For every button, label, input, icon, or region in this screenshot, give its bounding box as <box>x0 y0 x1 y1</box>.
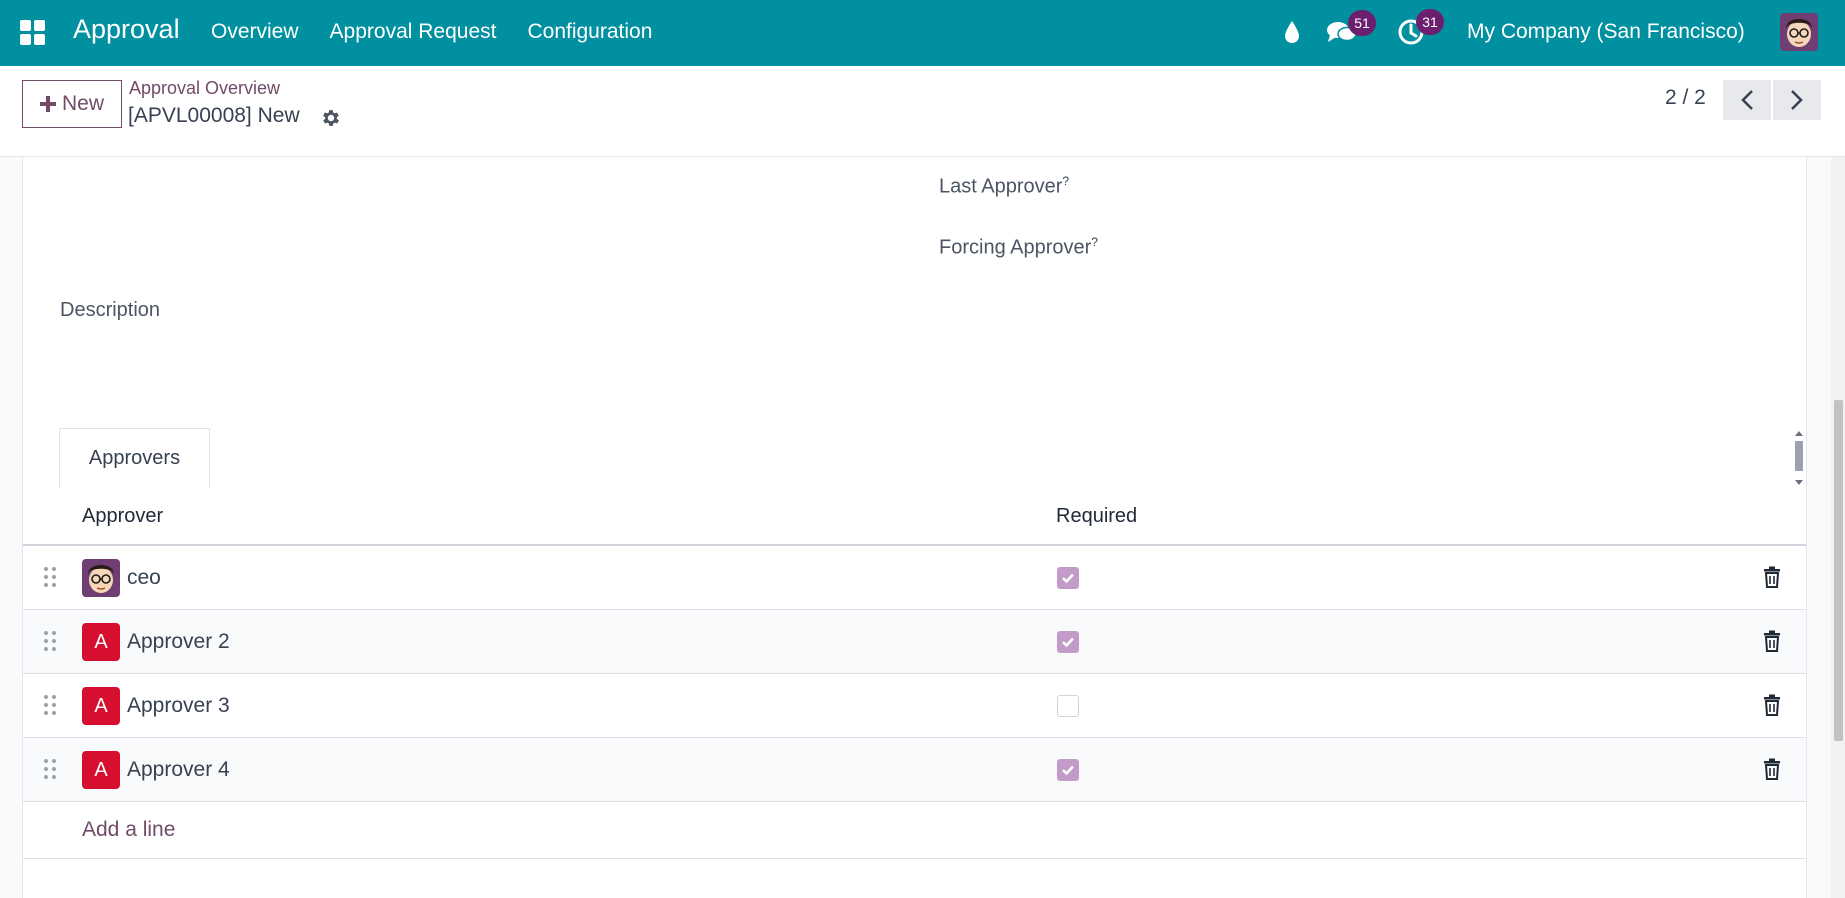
forcing-approver-label: Forcing Approver? <box>939 235 1098 259</box>
drag-handle-icon[interactable] <box>43 630 57 652</box>
column-required[interactable]: Required <box>1056 505 1137 528</box>
help-tooltip[interactable]: ? <box>1091 235 1098 249</box>
help-tooltip[interactable]: ? <box>1062 174 1069 188</box>
company-switcher[interactable]: My Company (San Francisco) <box>1467 20 1745 44</box>
check-icon <box>1062 573 1074 584</box>
approver-name[interactable]: Approver 2 <box>127 630 230 654</box>
table-row[interactable]: ceo <box>23 546 1806 610</box>
user-avatar[interactable] <box>1780 13 1818 51</box>
tab-approvers[interactable]: Approvers <box>59 428 210 489</box>
tabs-scrollbar[interactable] <box>1793 429 1805 487</box>
trash-icon[interactable] <box>1763 694 1781 716</box>
trash-icon[interactable] <box>1763 630 1781 652</box>
drag-handle-icon[interactable] <box>43 566 57 588</box>
drag-handle-icon[interactable] <box>43 758 57 780</box>
column-approver[interactable]: Approver <box>82 505 163 528</box>
menu-approval-request[interactable]: Approval Request <box>330 20 497 44</box>
table-header: Approver Required <box>23 488 1806 546</box>
trash-icon[interactable] <box>1763 758 1781 780</box>
description-label: Description <box>60 299 161 321</box>
breadcrumb[interactable]: Approval Overview <box>129 78 280 99</box>
table-row[interactable]: A Approver 2 <box>23 610 1806 674</box>
form-sheet: Last Approver? Forcing Approver? Descrip… <box>22 157 1807 898</box>
messages-badge: 51 <box>1348 10 1376 36</box>
avatar: A <box>82 687 120 725</box>
avatar <box>82 559 120 597</box>
required-checkbox[interactable] <box>1057 759 1079 781</box>
main-menu: Overview Approval Request Configuration <box>211 20 683 44</box>
approver-name[interactable]: Approver 3 <box>127 694 230 718</box>
new-button-label: New <box>61 92 104 115</box>
last-approver-label: Last Approver? <box>939 174 1070 198</box>
add-line-row <box>23 797 1806 859</box>
page-scrollbar-thumb[interactable] <box>1834 400 1843 741</box>
chevron-right-icon <box>1791 90 1803 110</box>
pager-next-button[interactable] <box>1773 80 1821 120</box>
required-checkbox[interactable] <box>1057 567 1079 589</box>
plus-icon <box>39 96 56 112</box>
apps-icon[interactable] <box>20 20 46 46</box>
chevron-left-icon <box>1741 90 1753 110</box>
trash-icon[interactable] <box>1763 566 1781 588</box>
check-icon <box>1062 765 1074 776</box>
table-row[interactable]: A Approver 3 <box>23 674 1806 738</box>
approver-name[interactable]: Approver 4 <box>127 758 230 782</box>
pager-previous-button[interactable] <box>1723 80 1771 120</box>
avatar: A <box>82 623 120 661</box>
gear-icon[interactable] <box>320 107 342 129</box>
add-line-link[interactable]: Add a line <box>82 818 175 842</box>
tabs-bar <box>23 428 1806 489</box>
table-row[interactable]: A Approver 4 <box>23 738 1806 802</box>
required-checkbox[interactable] <box>1057 631 1079 653</box>
record-title: [APVL00008] New <box>128 104 300 127</box>
top-navbar: Approval Overview Approval Request Confi… <box>0 0 1845 66</box>
activities-badge: 31 <box>1416 9 1444 35</box>
check-icon <box>1062 637 1074 648</box>
form-view: Last Approver? Forcing Approver? Descrip… <box>0 157 1845 898</box>
new-button[interactable]: New <box>22 80 122 128</box>
menu-configuration[interactable]: Configuration <box>527 20 652 44</box>
droplet-icon[interactable] <box>1282 19 1302 45</box>
menu-overview[interactable]: Overview <box>211 20 299 44</box>
avatar: A <box>82 751 120 789</box>
pager-value[interactable]: 2 / 2 <box>1665 86 1706 110</box>
app-title[interactable]: Approval <box>73 14 180 45</box>
control-panel: New Approval Overview [APVL00008] New 2 … <box>0 66 1845 157</box>
approver-name[interactable]: ceo <box>127 566 161 590</box>
drag-handle-icon[interactable] <box>43 694 57 716</box>
page-scrollbar[interactable] <box>1831 157 1845 898</box>
required-checkbox[interactable] <box>1057 695 1079 717</box>
